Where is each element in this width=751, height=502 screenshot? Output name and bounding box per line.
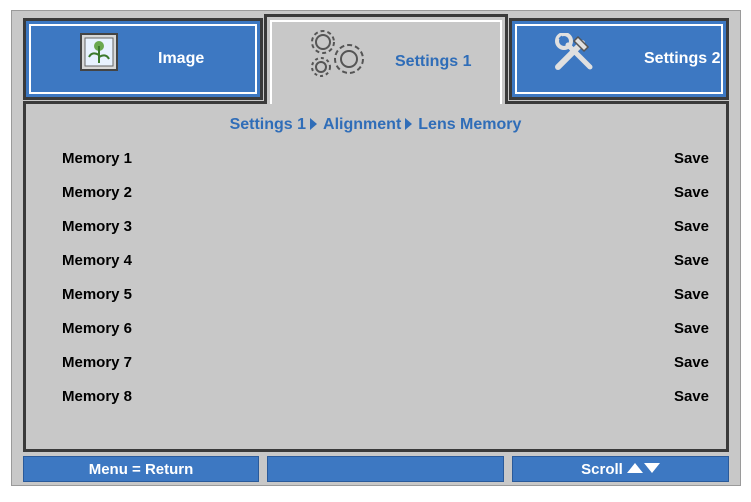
memory-row-1[interactable]: Memory 1 Save bbox=[62, 148, 709, 172]
memory-save-value[interactable]: Save bbox=[674, 184, 709, 201]
tab-settings-2-label: Settings 2 bbox=[644, 50, 721, 67]
scroll-down-icon bbox=[643, 462, 660, 473]
memory-label: Memory 1 bbox=[62, 150, 133, 167]
breadcrumb-arrow-icon bbox=[310, 118, 318, 130]
tab-settings-2[interactable]: Settings 2 bbox=[509, 18, 729, 100]
memory-save-value[interactable]: Save bbox=[674, 354, 709, 371]
memory-row-8[interactable]: Memory 8 Save bbox=[62, 386, 709, 410]
memory-label: Memory 7 bbox=[62, 354, 133, 371]
tools-icon bbox=[552, 32, 596, 78]
memory-row-6[interactable]: Memory 6 Save bbox=[62, 318, 709, 342]
memory-save-value[interactable]: Save bbox=[674, 150, 709, 167]
memory-row-7[interactable]: Memory 7 Save bbox=[62, 352, 709, 376]
breadcrumb-settings-1: Settings 1 bbox=[229, 116, 307, 133]
memory-save-value[interactable]: Save bbox=[674, 252, 709, 269]
breadcrumb-alignment: Alignment bbox=[323, 116, 402, 133]
menu-return-button[interactable]: Menu = Return bbox=[23, 456, 259, 482]
tab-settings-1[interactable]: Settings 1 bbox=[264, 14, 508, 106]
memory-save-value[interactable]: Save bbox=[674, 320, 709, 337]
memory-label: Memory 3 bbox=[62, 218, 133, 235]
tab-image[interactable]: Image bbox=[23, 18, 263, 100]
memory-save-value[interactable]: Save bbox=[674, 286, 709, 303]
memory-label: Memory 2 bbox=[62, 184, 133, 201]
breadcrumb-lens-memory: Lens Memory bbox=[418, 116, 522, 133]
memory-label: Memory 8 bbox=[62, 388, 133, 405]
breadcrumb-arrow-icon bbox=[405, 118, 413, 130]
memory-save-value[interactable]: Save bbox=[674, 388, 709, 405]
breadcrumb: Settings 1 Alignment Lens Memory bbox=[0, 116, 751, 134]
memory-save-value[interactable]: Save bbox=[674, 218, 709, 235]
memory-label: Memory 6 bbox=[62, 320, 133, 337]
memory-row-4[interactable]: Memory 4 Save bbox=[62, 250, 709, 274]
tab-settings-1-label: Settings 1 bbox=[395, 52, 472, 70]
memory-label: Memory 5 bbox=[62, 286, 133, 303]
memory-row-3[interactable]: Memory 3 Save bbox=[62, 216, 709, 240]
menu-return-label: Menu = Return bbox=[88, 460, 194, 478]
footer-middle-bar bbox=[267, 456, 504, 482]
scroll-button[interactable]: Scroll bbox=[512, 456, 729, 482]
scroll-up-icon bbox=[626, 462, 643, 473]
scroll-label: Scroll bbox=[581, 460, 623, 478]
memory-label: Memory 4 bbox=[62, 252, 133, 269]
memory-row-5[interactable]: Memory 5 Save bbox=[62, 284, 709, 308]
gears-icon bbox=[307, 27, 369, 88]
memory-row-2[interactable]: Memory 2 Save bbox=[62, 182, 709, 206]
image-icon bbox=[80, 33, 118, 76]
tab-image-label: Image bbox=[158, 50, 205, 67]
